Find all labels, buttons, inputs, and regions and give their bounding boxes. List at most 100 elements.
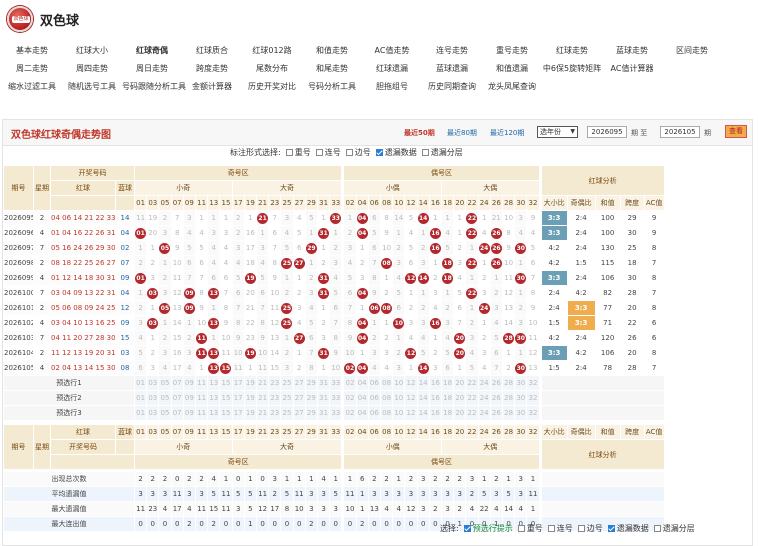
checkbox-icon[interactable] bbox=[463, 525, 471, 532]
prediction-even-cell[interactable]: 24 bbox=[478, 376, 491, 391]
lottery-logo-icon[interactable]: 双色球 bbox=[7, 6, 33, 32]
to-issue-input[interactable]: 2026105 bbox=[660, 126, 700, 138]
prediction-even-cell[interactable]: 24 bbox=[478, 406, 491, 421]
prediction-even-cell[interactable]: 18 bbox=[442, 406, 455, 421]
prediction-odd-cell[interactable]: 33 bbox=[330, 391, 343, 406]
prediction-odd-cell[interactable]: 25 bbox=[281, 391, 294, 406]
nav-item[interactable]: 区间走势 bbox=[662, 44, 722, 58]
prediction-even-cell[interactable]: 30 bbox=[515, 406, 528, 421]
prediction-odd-cell[interactable]: 11 bbox=[196, 391, 209, 406]
checkbox-icon[interactable] bbox=[607, 525, 615, 532]
nav-item[interactable]: 蓝球走势 bbox=[602, 44, 662, 58]
prediction-even-cell[interactable]: 06 bbox=[368, 376, 381, 391]
checkbox-icon[interactable] bbox=[653, 525, 661, 532]
prediction-even-cell[interactable]: 28 bbox=[503, 391, 516, 406]
nav-item[interactable]: 跨度走势 bbox=[182, 62, 242, 76]
option-checkbox[interactable]: 遗漏分层 bbox=[649, 524, 695, 533]
checkbox-icon[interactable] bbox=[547, 525, 555, 532]
prediction-even-cell[interactable]: 18 bbox=[442, 391, 455, 406]
prediction-even-cell[interactable]: 32 bbox=[527, 391, 540, 406]
prediction-odd-cell[interactable]: 09 bbox=[183, 376, 196, 391]
nav-item[interactable]: 周四走势 bbox=[62, 62, 122, 76]
option-checkbox[interactable]: 预选行提示 bbox=[459, 524, 513, 533]
prediction-odd-cell[interactable]: 09 bbox=[183, 391, 196, 406]
prediction-even-cell[interactable]: 26 bbox=[490, 406, 503, 421]
prediction-odd-cell[interactable]: 17 bbox=[232, 376, 245, 391]
prediction-even-cell[interactable]: 24 bbox=[478, 391, 491, 406]
prediction-odd-cell[interactable]: 13 bbox=[208, 376, 221, 391]
prediction-odd-cell[interactable]: 29 bbox=[305, 406, 318, 421]
nav-item[interactable]: 历史同期查询 bbox=[422, 80, 482, 94]
prediction-odd-cell[interactable]: 09 bbox=[183, 406, 196, 421]
prediction-even-cell[interactable]: 12 bbox=[405, 406, 418, 421]
prediction-odd-cell[interactable]: 07 bbox=[171, 376, 184, 391]
nav-item[interactable]: 随机选号工具 bbox=[62, 80, 122, 94]
prediction-odd-cell[interactable]: 29 bbox=[305, 376, 318, 391]
prediction-odd-cell[interactable]: 01 bbox=[135, 391, 148, 406]
prediction-even-cell[interactable]: 08 bbox=[381, 376, 394, 391]
prediction-even-cell[interactable]: 02 bbox=[344, 376, 357, 391]
nav-item[interactable]: 中6保5旋转矩阵 bbox=[542, 62, 602, 76]
prediction-odd-cell[interactable]: 23 bbox=[269, 406, 282, 421]
nav-item[interactable]: 历史开奖对比 bbox=[242, 80, 302, 94]
option-checkbox[interactable]: 边号 bbox=[573, 524, 603, 533]
nav-item[interactable]: 号码跟随分析工具 bbox=[122, 80, 186, 94]
prediction-odd-cell[interactable]: 03 bbox=[147, 406, 160, 421]
nav-item[interactable]: 尾数分布 bbox=[242, 62, 302, 76]
nav-item[interactable]: 周二走势 bbox=[2, 62, 62, 76]
prediction-odd-cell[interactable]: 21 bbox=[257, 376, 270, 391]
option-checkbox[interactable]: 重号 bbox=[281, 148, 311, 157]
year-select[interactable]: 选年份 bbox=[537, 126, 578, 138]
prediction-odd-cell[interactable]: 01 bbox=[135, 376, 148, 391]
prediction-odd-cell[interactable]: 15 bbox=[220, 376, 233, 391]
prediction-even-cell[interactable]: 12 bbox=[405, 376, 418, 391]
nav-item[interactable]: 龙头凤尾查询 bbox=[482, 80, 542, 94]
prediction-even-cell[interactable]: 06 bbox=[368, 406, 381, 421]
nav-item[interactable]: 缩水过滤工具 bbox=[2, 80, 62, 94]
prediction-even-cell[interactable]: 10 bbox=[393, 406, 406, 421]
nav-item[interactable]: 红球奇偶 bbox=[122, 44, 182, 58]
checkbox-icon[interactable] bbox=[517, 525, 525, 532]
prediction-even-cell[interactable]: 18 bbox=[442, 376, 455, 391]
prediction-odd-cell[interactable]: 19 bbox=[244, 376, 257, 391]
prediction-odd-cell[interactable]: 17 bbox=[232, 391, 245, 406]
prediction-even-cell[interactable]: 16 bbox=[429, 391, 442, 406]
prediction-odd-cell[interactable]: 15 bbox=[220, 391, 233, 406]
quick-recent-50[interactable]: 最近50期 bbox=[404, 128, 435, 138]
prediction-odd-cell[interactable]: 29 bbox=[305, 391, 318, 406]
prediction-odd-cell[interactable]: 05 bbox=[159, 391, 172, 406]
nav-item[interactable]: AC值走势 bbox=[362, 44, 422, 58]
nav-item[interactable]: 和尾走势 bbox=[302, 62, 362, 76]
prediction-odd-cell[interactable]: 27 bbox=[293, 376, 306, 391]
prediction-odd-cell[interactable]: 15 bbox=[220, 406, 233, 421]
option-checkbox[interactable]: 边号 bbox=[341, 148, 371, 157]
prediction-even-cell[interactable]: 26 bbox=[490, 376, 503, 391]
prediction-odd-cell[interactable]: 31 bbox=[318, 406, 331, 421]
prediction-odd-cell[interactable]: 21 bbox=[257, 391, 270, 406]
prediction-odd-cell[interactable]: 03 bbox=[147, 391, 160, 406]
prediction-even-cell[interactable]: 14 bbox=[417, 391, 430, 406]
prediction-even-cell[interactable]: 20 bbox=[454, 406, 467, 421]
prediction-even-cell[interactable]: 02 bbox=[344, 406, 357, 421]
nav-item[interactable]: 重号走势 bbox=[482, 44, 542, 58]
option-checkbox[interactable]: 遗漏数据 bbox=[371, 148, 417, 157]
option-checkbox[interactable]: 连号 bbox=[543, 524, 573, 533]
nav-item[interactable]: AC值计算器 bbox=[602, 62, 662, 76]
prediction-even-cell[interactable]: 26 bbox=[490, 391, 503, 406]
prediction-odd-cell[interactable]: 23 bbox=[269, 376, 282, 391]
prediction-even-cell[interactable]: 22 bbox=[466, 406, 479, 421]
prediction-even-cell[interactable]: 20 bbox=[454, 376, 467, 391]
nav-item[interactable]: 红球大小 bbox=[62, 44, 122, 58]
prediction-odd-cell[interactable]: 19 bbox=[244, 406, 257, 421]
prediction-even-cell[interactable]: 02 bbox=[344, 391, 357, 406]
prediction-odd-cell[interactable]: 27 bbox=[293, 406, 306, 421]
prediction-odd-cell[interactable]: 07 bbox=[171, 406, 184, 421]
prediction-even-cell[interactable]: 30 bbox=[515, 391, 528, 406]
prediction-odd-cell[interactable]: 25 bbox=[281, 406, 294, 421]
prediction-odd-cell[interactable]: 21 bbox=[257, 406, 270, 421]
nav-item[interactable]: 红球走势 bbox=[542, 44, 602, 58]
prediction-odd-cell[interactable]: 11 bbox=[196, 406, 209, 421]
prediction-even-cell[interactable]: 12 bbox=[405, 391, 418, 406]
option-checkbox[interactable]: 遗漏分层 bbox=[417, 148, 463, 157]
nav-item[interactable]: 蓝球遗漏 bbox=[422, 62, 482, 76]
